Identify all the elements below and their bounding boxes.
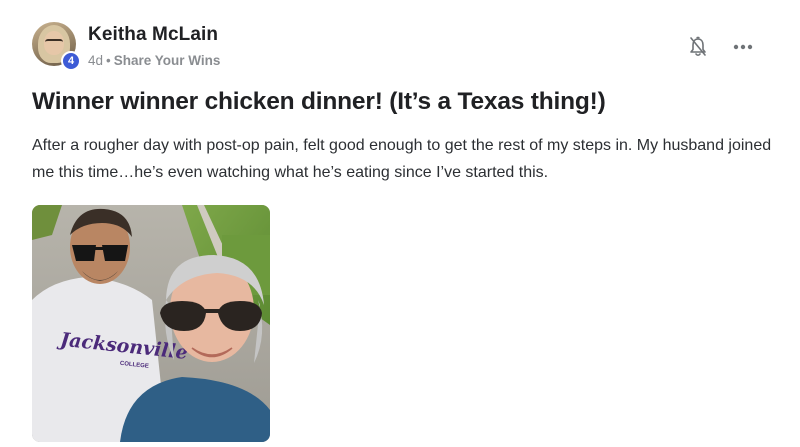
post-image[interactable]: Jacksonville COLLEGE xyxy=(32,205,270,442)
post-meta: 4d • Share Your Wins xyxy=(88,53,220,68)
post-time: 4d xyxy=(88,53,104,68)
more-horizontal-icon[interactable] xyxy=(732,37,754,57)
post-body: After a rougher day with post-op pain, f… xyxy=(32,137,772,181)
post-category-link[interactable]: Share Your Wins xyxy=(114,53,221,68)
post-card: 4 Keitha McLain 4d • Share Your Wins Winne… xyxy=(0,0,800,447)
author-avatar[interactable]: 4 xyxy=(32,22,81,71)
meta-separator: • xyxy=(106,53,111,68)
level-badge: 4 xyxy=(61,51,81,71)
author-name[interactable]: Keitha McLain xyxy=(88,24,218,46)
post-title: Winner winner chicken dinner! (It’s a Te… xyxy=(32,88,606,115)
bell-off-icon[interactable] xyxy=(688,36,708,58)
